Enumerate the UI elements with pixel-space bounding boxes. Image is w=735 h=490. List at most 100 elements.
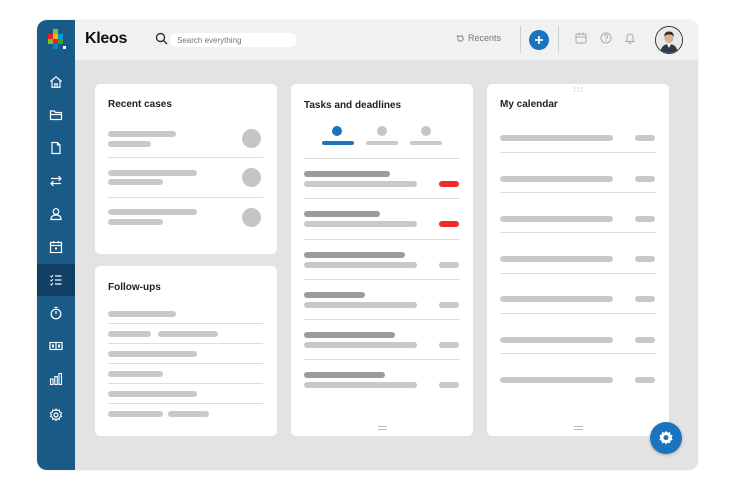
search-icon[interactable] (155, 32, 168, 45)
placeholder-line (500, 337, 613, 343)
follow-ups-title: Follow-ups (108, 282, 161, 293)
drag-handle-icon[interactable] (573, 87, 583, 92)
reports-icon (49, 372, 63, 386)
placeholder-line (168, 411, 209, 417)
avatar-image (656, 27, 682, 53)
calendar-icon[interactable] (575, 32, 587, 44)
placeholder-line (108, 411, 163, 417)
calendar-title: My calendar (500, 99, 558, 110)
bell-icon[interactable] (624, 32, 636, 44)
placeholder-line (304, 382, 417, 388)
app-title: Kleos (85, 30, 128, 47)
divider (500, 273, 656, 274)
divider (108, 197, 263, 198)
tab-indicator (366, 141, 398, 145)
sidebar-item-tasks[interactable] (37, 264, 75, 296)
placeholder-line (108, 371, 163, 377)
placeholder-line (304, 211, 380, 217)
divider (304, 198, 460, 199)
time-badge (635, 377, 655, 383)
toolbar-divider (558, 26, 559, 53)
resize-handle[interactable] (574, 426, 583, 430)
sidebar-item-contacts[interactable] (37, 198, 75, 230)
top-bar: Kleos Recents (37, 20, 698, 60)
folder-icon (49, 110, 63, 121)
placeholder-line (108, 331, 151, 337)
placeholder-line (108, 351, 197, 357)
placeholder-line (304, 171, 390, 177)
logo-icon (48, 29, 66, 49)
tab-dot (421, 126, 431, 136)
sidebar-item-transfers[interactable] (37, 165, 75, 197)
add-button[interactable] (529, 30, 549, 50)
placeholder-line (108, 391, 197, 397)
tab-dot (377, 126, 387, 136)
sidebar-item-reports[interactable] (37, 363, 75, 395)
placeholder-line (304, 292, 365, 298)
placeholder-line (500, 256, 613, 262)
tab-active-indicator (322, 141, 354, 145)
placeholder-line (108, 141, 151, 147)
divider (500, 313, 656, 314)
home-icon (50, 76, 62, 88)
sidebar-item-billing[interactable] (37, 330, 75, 362)
case-avatar (242, 168, 261, 187)
placeholder-line (108, 311, 176, 317)
settings-icon (49, 408, 63, 422)
divider (304, 319, 460, 320)
divider (108, 323, 263, 324)
placeholder-line (500, 176, 613, 182)
transfer-icon (50, 175, 62, 187)
placeholder-line (304, 262, 417, 268)
tab-dot (332, 126, 342, 136)
placeholder-line (304, 252, 405, 258)
sidebar (37, 60, 75, 470)
sidebar-item-cases[interactable] (37, 99, 75, 131)
calendar-widget: My calendar (487, 84, 669, 436)
placeholder-line (108, 219, 163, 225)
resize-handle[interactable] (378, 426, 387, 430)
placeholder-line (304, 372, 385, 378)
toolbar-divider (520, 26, 521, 53)
divider (108, 363, 263, 364)
time-badge (635, 216, 655, 222)
placeholder-line (500, 377, 613, 383)
sidebar-item-time[interactable] (37, 297, 75, 329)
recents-button[interactable]: Recents (456, 33, 501, 43)
divider (500, 152, 656, 153)
help-icon[interactable] (600, 32, 612, 44)
deadline-badge (439, 181, 459, 187)
time-badge (635, 256, 655, 262)
app-logo[interactable] (37, 20, 75, 60)
sidebar-item-settings[interactable] (37, 399, 75, 431)
placeholder-line (304, 181, 417, 187)
divider (108, 403, 263, 404)
status-badge (439, 342, 459, 348)
sidebar-item-home[interactable] (37, 66, 75, 98)
user-avatar[interactable] (655, 26, 683, 54)
user-icon (50, 208, 62, 221)
app-window: Kleos Recents (37, 20, 698, 470)
placeholder-line (500, 216, 613, 222)
placeholder-line (108, 209, 197, 215)
divider (304, 158, 460, 159)
tasks-title: Tasks and deadlines (304, 100, 402, 111)
recent-cases-title: Recent cases (108, 99, 172, 110)
gear-icon (659, 430, 673, 445)
time-badge (635, 135, 655, 141)
placeholder-line (304, 342, 417, 348)
time-badge (635, 176, 655, 182)
placeholder-line (108, 179, 163, 185)
history-icon (456, 34, 464, 42)
placeholder-line (108, 131, 176, 137)
billing-icon (49, 341, 63, 351)
placeholder-line (304, 221, 417, 227)
follow-ups-widget: Follow-ups (95, 266, 277, 436)
search-input[interactable] (170, 33, 297, 47)
document-icon (51, 141, 61, 155)
divider (500, 353, 656, 354)
case-avatar (242, 208, 261, 227)
sidebar-item-calendar[interactable] (37, 231, 75, 263)
sidebar-item-documents[interactable] (37, 132, 75, 164)
customize-dashboard-button[interactable] (650, 422, 682, 454)
